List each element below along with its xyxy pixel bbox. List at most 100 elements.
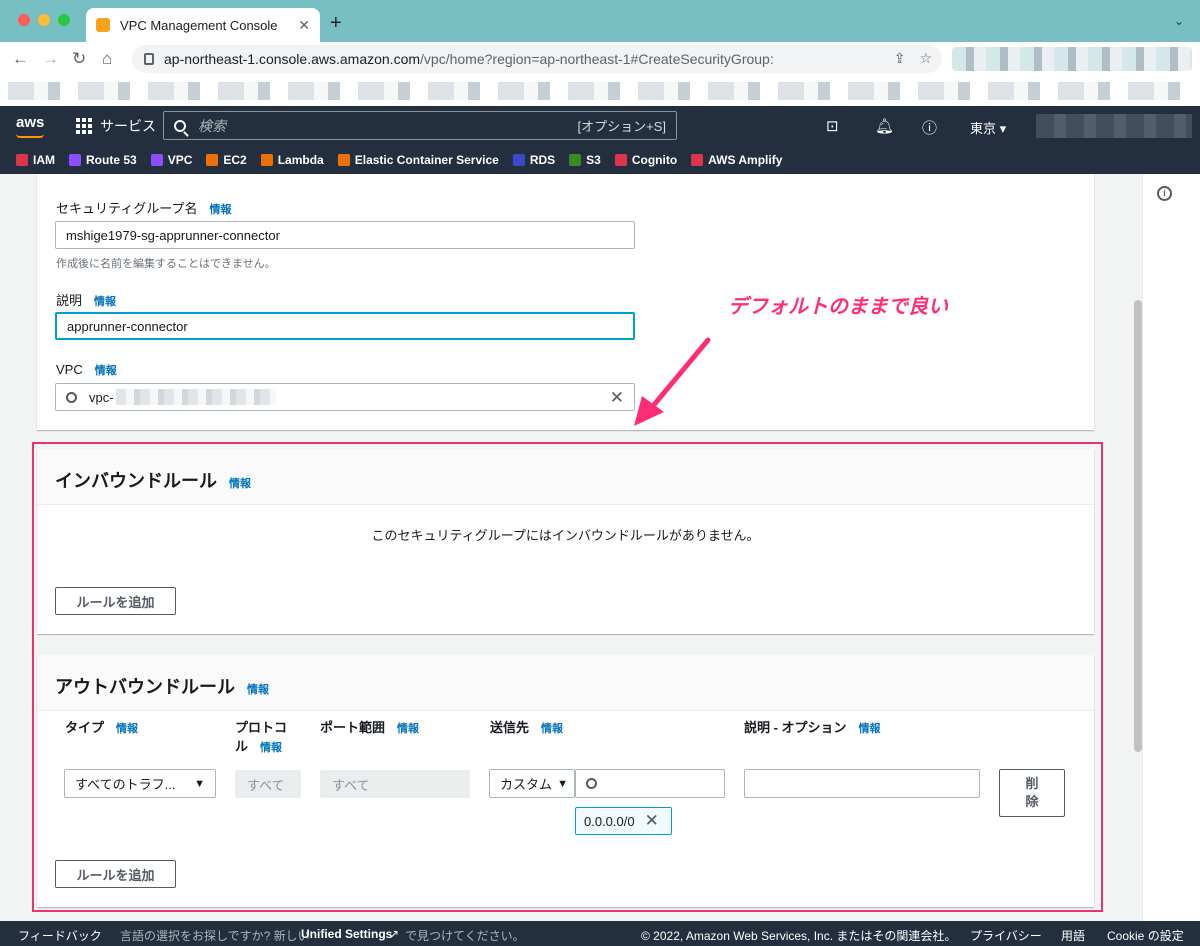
service-icon <box>206 154 219 166</box>
description-input[interactable]: apprunner-connector <box>55 312 635 340</box>
favorite-link[interactable]: AWS Amplify <box>691 153 782 167</box>
cloudshell-icon[interactable]: ⊡ <box>826 117 839 135</box>
language-suffix: で見つけてください。 <box>405 929 525 943</box>
tab-list-chevron-icon[interactable]: ⌄ <box>1174 14 1184 28</box>
help-panel-rail <box>1142 174 1200 921</box>
type-select[interactable]: すべてのトラフ... ▼ <box>64 769 216 798</box>
notifications-bell-icon[interactable]: 🔔︎ <box>875 117 894 135</box>
tab-close-icon[interactable]: ✕ <box>298 17 310 34</box>
description-label: 説明 情報 <box>56 293 117 308</box>
scrollbar[interactable] <box>1134 300 1142 752</box>
info-panel-icon[interactable]: i <box>1157 186 1172 201</box>
favorite-link[interactable]: VPC <box>150 153 192 167</box>
home-icon[interactable]: ⌂ <box>102 49 112 69</box>
delete-rule-button[interactable]: 削除 <box>999 769 1065 817</box>
info-link[interactable]: 情報 <box>541 723 563 735</box>
col-destination: 送信先 情報 <box>490 720 564 735</box>
col-description: 説明 - オプション 情報 <box>744 720 881 735</box>
services-menu-button[interactable]: サービス <box>76 116 156 136</box>
favorite-link[interactable]: IAM <box>16 153 55 167</box>
new-tab-button[interactable]: + <box>330 12 342 35</box>
vpc-select-input[interactable]: vpc- ✕ <box>55 383 635 411</box>
extensions-area <box>952 47 1192 71</box>
url-host: ap-northeast-1.console.aws.amazon.com <box>164 51 421 67</box>
info-link[interactable]: 情報 <box>247 684 269 696</box>
aws-logo[interactable]: aws <box>16 114 44 131</box>
browser-toolbar: ← → ↻ ⌂ ap-northeast-1.console.aws.amazo… <box>0 42 1200 76</box>
remove-token-icon[interactable]: ✕ <box>645 811 659 831</box>
bookmarks-bar <box>0 76 1200 106</box>
destination-type-select[interactable]: カスタム ▼ <box>489 769 575 798</box>
col-protocol: プロトコル情報 <box>235 720 288 754</box>
favorite-label: EC2 <box>223 153 247 167</box>
info-link[interactable]: 情報 <box>229 478 251 490</box>
destination-search-input[interactable] <box>575 769 725 798</box>
protocol-field: すべて <box>235 770 301 798</box>
aws-logo-smile-icon <box>16 134 44 138</box>
annotation-text: デフォルトのままで良い <box>728 296 948 318</box>
info-link[interactable]: 情報 <box>94 296 116 308</box>
bookmark-star-icon[interactable]: ☆ <box>919 50 932 67</box>
feedback-link[interactable]: フィードバック <box>18 927 102 944</box>
search-input[interactable]: 検索 [オプション+S] <box>163 111 677 140</box>
copyright: © 2022, Amazon Web Services, Inc. またはその関… <box>641 929 957 943</box>
aws-favicon-icon <box>96 18 110 32</box>
info-link[interactable]: 情報 <box>95 365 117 377</box>
share-icon[interactable]: ⇪ <box>894 50 906 67</box>
rule-description-input[interactable] <box>744 769 980 798</box>
service-icon <box>150 154 163 166</box>
sg-name-hint: 作成後に名前を編集することはできません。 <box>56 258 276 270</box>
account-menu[interactable] <box>1036 114 1192 138</box>
minimize-window-button[interactable] <box>38 14 50 26</box>
favorite-label: RDS <box>529 153 556 167</box>
url-path: /vpc/home?region=ap-northeast-1#CreateSe… <box>420 51 774 67</box>
annotation-arrow-icon <box>634 337 711 426</box>
terms-link[interactable]: 用語 <box>1061 927 1085 944</box>
forward-arrow-icon[interactable]: → <box>42 49 59 69</box>
favorite-label: Lambda <box>277 153 324 167</box>
info-link[interactable]: 情報 <box>397 723 419 735</box>
favorite-link[interactable]: EC2 <box>206 153 247 167</box>
service-icon <box>69 154 81 166</box>
back-arrow-icon[interactable]: ← <box>12 49 29 69</box>
favorite-label: Elastic Container Service <box>354 153 499 167</box>
inbound-empty-message: このセキュリティグループにはインバウンドルールがありません。 <box>371 528 760 543</box>
add-outbound-rule-button[interactable]: ルールを追加 <box>55 860 176 888</box>
info-link[interactable]: 情報 <box>260 742 282 754</box>
favorite-link[interactable]: Lambda <box>260 153 324 167</box>
reload-icon[interactable]: ↻ <box>72 49 86 69</box>
favorite-link[interactable]: Route 53 <box>69 153 137 167</box>
sg-name-input[interactable]: mshige1979-sg-apprunner-connector <box>55 221 635 249</box>
maximize-window-button[interactable] <box>58 14 70 26</box>
col-type: タイプ 情報 <box>65 720 139 735</box>
favorite-link[interactable]: RDS <box>512 153 556 167</box>
privacy-link[interactable]: プライバシー <box>970 927 1042 944</box>
language-prompt: 言語の選択をお探しですか? 新しい <box>120 929 310 943</box>
inbound-title: インバウンドルール 情報 <box>55 471 251 491</box>
service-icon <box>691 154 704 166</box>
service-icon <box>16 154 28 166</box>
unified-settings-link[interactable]: Unified Settings <box>301 927 392 941</box>
favorite-link[interactable]: Cognito <box>614 153 677 167</box>
favorite-link[interactable]: S3 <box>569 153 601 167</box>
info-link[interactable]: 情報 <box>116 723 138 735</box>
region-selector[interactable]: 東京 ▾ <box>970 118 1006 137</box>
sg-name-label: セキュリティグループ名 情報 <box>56 201 232 216</box>
browser-tab[interactable]: VPC Management Console ✕ <box>86 8 320 42</box>
port-range-field: すべて <box>320 770 470 798</box>
info-link[interactable]: 情報 <box>859 723 881 735</box>
favorite-label: AWS Amplify <box>708 153 783 167</box>
console-footer: フィードバック 言語の選択をお探しですか? 新しい Unified Settin… <box>0 921 1200 946</box>
help-icon[interactable]: ⓘ <box>922 117 937 138</box>
clear-icon[interactable]: ✕ <box>610 388 624 408</box>
add-inbound-rule-button[interactable]: ルールを追加 <box>55 587 176 615</box>
close-window-button[interactable] <box>18 14 30 26</box>
service-icon <box>614 154 627 166</box>
address-bar[interactable]: ap-northeast-1.console.aws.amazon.com/vp… <box>132 45 942 73</box>
info-link[interactable]: 情報 <box>209 204 231 216</box>
favorite-label: IAM <box>33 153 55 167</box>
search-placeholder: 検索 <box>198 117 226 134</box>
service-icon <box>512 154 525 166</box>
cookie-settings-link[interactable]: Cookie の設定 <box>1107 927 1184 944</box>
favorite-link[interactable]: Elastic Container Service <box>337 153 499 167</box>
